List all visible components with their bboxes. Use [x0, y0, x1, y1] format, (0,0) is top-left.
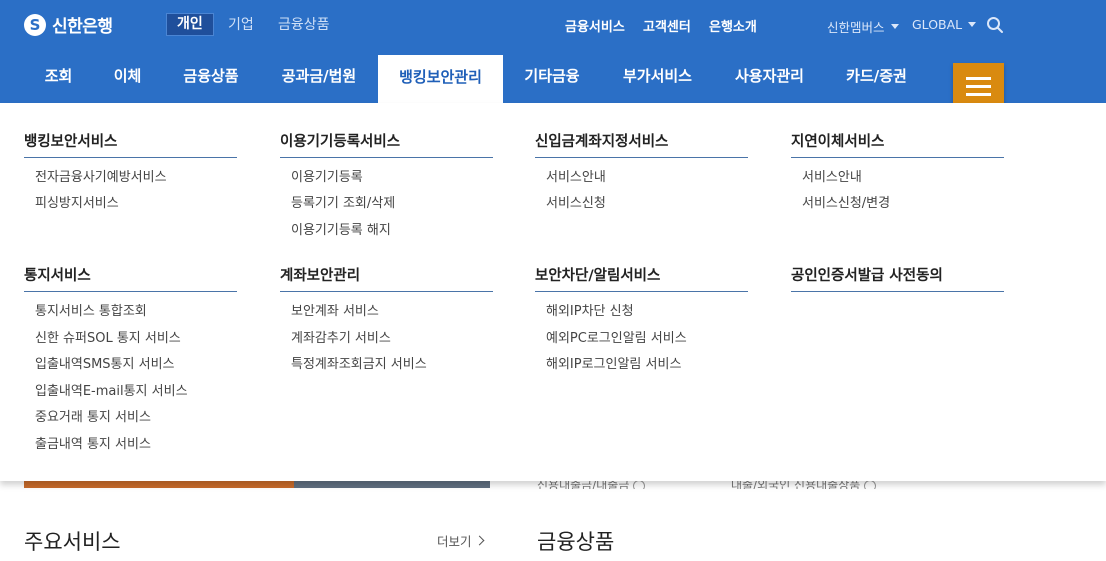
financial-products-title: 금융상품 [537, 530, 615, 554]
main-nav: 조회 이체 금융상품 공과금/법원 뱅킹보안관리 기타금융 부가서비스 사용자관… [0, 52, 1106, 103]
more-link[interactable]: 더보기 [437, 531, 484, 550]
nav-item-transfer[interactable]: 이체 [111, 52, 144, 103]
nav-item-financial-products[interactable]: 금융상품 [181, 52, 241, 103]
main-services-title: 주요서비스 [24, 530, 121, 554]
group-title-security-block[interactable]: 보안차단/알림서비스 [535, 264, 748, 292]
menu-link[interactable]: 입출내역SMS통지 서비스 [35, 353, 175, 372]
top-link-customer-center[interactable]: 고객센터 [643, 16, 691, 35]
shinhan-logo-icon [24, 13, 46, 36]
segment-products[interactable]: 금융상품 [278, 14, 330, 34]
more-label: 더보기 [437, 534, 472, 549]
menu-link[interactable]: 해외IP로그인알림 서비스 [546, 353, 681, 372]
caret-down-icon [890, 24, 899, 29]
group-title-device-registration[interactable]: 이용기기등록서비스 [280, 130, 493, 158]
menu-link[interactable]: 피싱방지서비스 [35, 192, 119, 211]
menu-link[interactable]: 예외PC로그인알림 서비스 [546, 327, 687, 346]
nav-item-inquiry[interactable]: 조회 [42, 52, 75, 103]
brand-name: 신한은행 [52, 17, 113, 37]
top-link-financial-services[interactable]: 금융서비스 [565, 16, 625, 35]
mega-menu: 뱅킹보안서비스 전자금융사기예방서비스 피싱방지서비스 이용기기등록서비스 이용… [0, 103, 1106, 481]
group-title-notification[interactable]: 통지서비스 [24, 264, 237, 292]
menu-link[interactable]: 전자금융사기예방서비스 [35, 166, 167, 185]
group-title-deposit-account[interactable]: 신입금계좌지정서비스 [535, 130, 748, 158]
brand-logo[interactable]: 신한은행 [24, 12, 113, 37]
menu-link[interactable]: 서비스안내 [802, 166, 862, 185]
menu-link[interactable]: 서비스신청 [546, 192, 606, 211]
nav-item-card-securities[interactable]: 카드/증권 [843, 52, 910, 103]
menu-link[interactable]: 보안계좌 서비스 [291, 300, 379, 319]
segment-business[interactable]: 기업 [228, 14, 254, 34]
search-icon[interactable] [986, 16, 1004, 34]
nav-item-utilities-court[interactable]: 공과금/법원 [278, 52, 360, 103]
segment-personal[interactable]: 개인 [166, 13, 214, 36]
members-label: 신한멤버스 [827, 20, 885, 35]
menu-link[interactable]: 계좌감추기 서비스 [291, 327, 391, 346]
top-bar: 신한은행 개인 기업 금융상품 금융서비스 고객센터 은행소개 신한멤버스 GL… [0, 0, 1106, 52]
menu-link[interactable]: 중요거래 통지 서비스 [35, 406, 151, 425]
global-label: GLOBAL [912, 17, 963, 32]
group-title-delayed-transfer[interactable]: 지연이체서비스 [791, 130, 1004, 158]
menu-link[interactable]: 이용기기등록 [291, 166, 363, 185]
menu-link[interactable]: 등록기기 조회/삭제 [291, 192, 395, 211]
menu-link[interactable]: 신한 슈퍼SOL 통지 서비스 [35, 327, 181, 346]
menu-link[interactable]: 특정계좌조회금지 서비스 [291, 353, 427, 372]
banner-image [24, 481, 490, 488]
menu-link[interactable]: 해외IP차단 신청 [546, 300, 634, 319]
group-title-banking-security[interactable]: 뱅킹보안서비스 [24, 130, 237, 158]
top-link-about-bank[interactable]: 은행소개 [709, 16, 757, 35]
nav-item-user-management[interactable]: 사용자관리 [732, 52, 807, 103]
members-dropdown[interactable]: 신한멤버스 [827, 17, 899, 36]
group-title-certificate-consent[interactable]: 공인인증서발급 사전동의 [791, 264, 1004, 292]
caret-down-icon [968, 22, 977, 27]
menu-link[interactable]: 통지서비스 통합조회 [35, 300, 147, 319]
menu-link[interactable]: 출금내역 통지 서비스 [35, 433, 151, 452]
menu-link[interactable]: 입출내역E-mail통지 서비스 [35, 380, 188, 399]
nav-item-other-finance[interactable]: 기타금융 [522, 52, 582, 103]
menu-link[interactable]: 서비스안내 [546, 166, 606, 185]
menu-link[interactable]: 서비스신청/변경 [802, 192, 890, 211]
nav-item-additional-services[interactable]: 부가서비스 [620, 52, 695, 103]
menu-link[interactable]: 이용기기등록 해지 [291, 219, 391, 238]
nav-item-banking-security[interactable]: 뱅킹보안관리 [378, 55, 503, 103]
group-title-account-security[interactable]: 계좌보안관리 [280, 264, 493, 292]
global-dropdown[interactable]: GLOBAL [912, 17, 977, 32]
chevron-right-icon [474, 535, 484, 546]
